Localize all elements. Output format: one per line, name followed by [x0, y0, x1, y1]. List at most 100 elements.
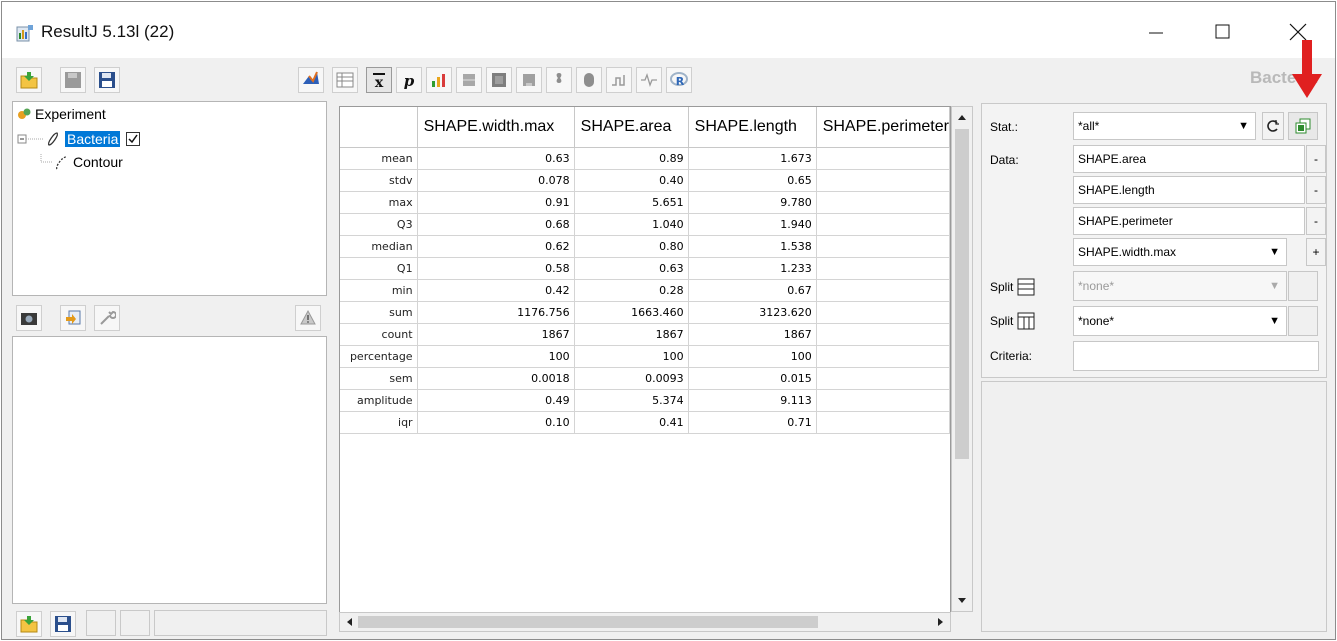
scroll-right-icon[interactable] [932, 613, 948, 631]
row-header-cell[interactable]: stdv [340, 169, 418, 192]
table-row[interactable]: min 0.42 0.28 0.67 [340, 279, 950, 302]
table-row[interactable]: max 0.91 5.651 9.780 [340, 191, 950, 214]
scroll-down-icon[interactable] [952, 593, 972, 609]
table-cell-clipped[interactable] [816, 169, 950, 192]
table-row[interactable]: mean 0.63 0.89 1.673 [340, 147, 950, 170]
table-cell[interactable]: 0.80 [574, 235, 689, 258]
data-field-item[interactable]: SHAPE.perimeter [1073, 207, 1305, 235]
table-cell[interactable]: 0.0018 [417, 367, 575, 390]
script-button[interactable] [298, 67, 324, 93]
table-cell-clipped[interactable] [816, 411, 950, 434]
table-row[interactable]: count 1867 1867 1867 [340, 323, 950, 346]
import-results-button[interactable] [60, 305, 86, 331]
vertical-scrollbar[interactable] [951, 106, 973, 612]
table-cell[interactable]: 100 [688, 345, 817, 368]
table-cell[interactable]: 0.49 [417, 389, 575, 412]
table-cell-clipped[interactable] [816, 235, 950, 258]
column-header[interactable]: SHAPE.area [574, 107, 689, 148]
row-header-cell[interactable]: amplitude [340, 389, 418, 412]
table-cell-clipped[interactable] [816, 301, 950, 324]
table-cell-clipped[interactable] [816, 257, 950, 280]
snapshot-button[interactable] [16, 305, 42, 331]
table-cell[interactable]: 0.67 [688, 279, 817, 302]
table-cell-clipped[interactable] [816, 389, 950, 412]
table-row[interactable]: stdv 0.078 0.40 0.65 [340, 169, 950, 192]
row-header-cell[interactable]: sem [340, 367, 418, 390]
table-cell-clipped[interactable] [816, 213, 950, 236]
table-cell[interactable]: 1867 [688, 323, 817, 346]
table-cell-clipped[interactable] [816, 279, 950, 302]
p-value-button[interactable]: p [396, 67, 422, 93]
table-cell[interactable]: 0.10 [417, 411, 575, 434]
table-cell-clipped[interactable] [816, 147, 950, 170]
table-cell[interactable]: 0.63 [417, 147, 575, 170]
bar-chart-button[interactable] [426, 67, 452, 93]
table-cell[interactable]: 0.40 [574, 169, 689, 192]
table-cell[interactable]: 1867 [417, 323, 575, 346]
tree-item-contour[interactable]: Contour [39, 154, 123, 170]
table-cell[interactable]: 0.078 [417, 169, 575, 192]
table-cell[interactable]: 0.41 [574, 411, 689, 434]
table-view-button[interactable] [332, 67, 358, 93]
row-header-cell[interactable]: sum [340, 301, 418, 324]
table-cell-clipped[interactable] [816, 323, 950, 346]
row-header-cell[interactable]: percentage [340, 345, 418, 368]
table-cell[interactable]: 9.113 [688, 389, 817, 412]
table-row[interactable]: sum 1176.756 1663.460 3123.620 [340, 301, 950, 324]
remove-data-button[interactable]: - [1306, 145, 1326, 173]
tree-item-bacteria[interactable]: Bacteria [17, 131, 141, 147]
tree-item-bacteria-label[interactable]: Bacteria [65, 131, 121, 147]
copy-table-button[interactable] [1288, 112, 1318, 140]
minimize-button[interactable] [1133, 10, 1179, 54]
column-header[interactable]: SHAPE.length [688, 107, 817, 148]
split-columns-select[interactable]: *none* ▼ [1073, 306, 1287, 336]
table-cell[interactable]: 0.89 [574, 147, 689, 170]
scroll-left-icon[interactable] [342, 613, 358, 631]
table-cell[interactable]: 1663.460 [574, 301, 689, 324]
open-experiment-button[interactable] [16, 67, 42, 93]
row-header-cell[interactable]: count [340, 323, 418, 346]
row-header-cell[interactable]: min [340, 279, 418, 302]
stat-select[interactable]: *all* ▼ [1073, 112, 1256, 140]
refresh-button[interactable] [1262, 112, 1284, 140]
table-cell[interactable]: 0.0093 [574, 367, 689, 390]
maximize-button[interactable] [1200, 10, 1246, 54]
table-cell-clipped[interactable] [816, 367, 950, 390]
table-row[interactable]: iqr 0.10 0.41 0.71 [340, 411, 950, 434]
table-row[interactable]: Q1 0.58 0.63 1.233 [340, 257, 950, 280]
data-field-item[interactable]: SHAPE.length [1073, 176, 1305, 204]
table-cell-clipped[interactable] [816, 345, 950, 368]
mean-stat-button[interactable]: x [366, 67, 392, 93]
table-row[interactable]: percentage 100 100 100 [340, 345, 950, 368]
row-header-cell[interactable]: iqr [340, 411, 418, 434]
table-row[interactable]: amplitude 0.49 5.374 9.113 [340, 389, 950, 412]
table-cell[interactable]: 1.538 [688, 235, 817, 258]
criteria-input[interactable] [1073, 341, 1319, 371]
tree-root[interactable]: Experiment [17, 106, 106, 122]
data-select[interactable]: SHAPE.width.max ▼ [1073, 238, 1287, 266]
table-cell[interactable]: 1.673 [688, 147, 817, 170]
scrollbar-thumb[interactable] [955, 129, 969, 459]
table-cell[interactable]: 9.780 [688, 191, 817, 214]
table-row[interactable]: sem 0.0018 0.0093 0.015 [340, 367, 950, 390]
column-header[interactable]: SHAPE.width.max [417, 107, 575, 148]
table-cell[interactable]: 100 [417, 345, 575, 368]
column-header[interactable]: SHAPE.perimeter [816, 107, 950, 148]
table-cell[interactable]: 0.58 [417, 257, 575, 280]
horizontal-scrollbar[interactable] [339, 612, 951, 632]
table-cell[interactable]: 0.62 [417, 235, 575, 258]
warning-button[interactable] [295, 305, 321, 331]
tools-button[interactable] [94, 305, 120, 331]
table-cell[interactable]: 5.374 [574, 389, 689, 412]
row-header-cell[interactable]: Q1 [340, 257, 418, 280]
table-cell[interactable]: 1176.756 [417, 301, 575, 324]
load-button[interactable] [16, 611, 42, 637]
table-cell[interactable]: 1.040 [574, 213, 689, 236]
remove-data-button[interactable]: - [1306, 207, 1326, 235]
table-cell[interactable]: 0.68 [417, 213, 575, 236]
add-data-button[interactable]: + [1306, 238, 1326, 266]
table-cell[interactable]: 1.233 [688, 257, 817, 280]
export-button[interactable] [50, 611, 76, 637]
table-cell[interactable]: 0.65 [688, 169, 817, 192]
data-field-item[interactable]: SHAPE.area [1073, 145, 1305, 173]
